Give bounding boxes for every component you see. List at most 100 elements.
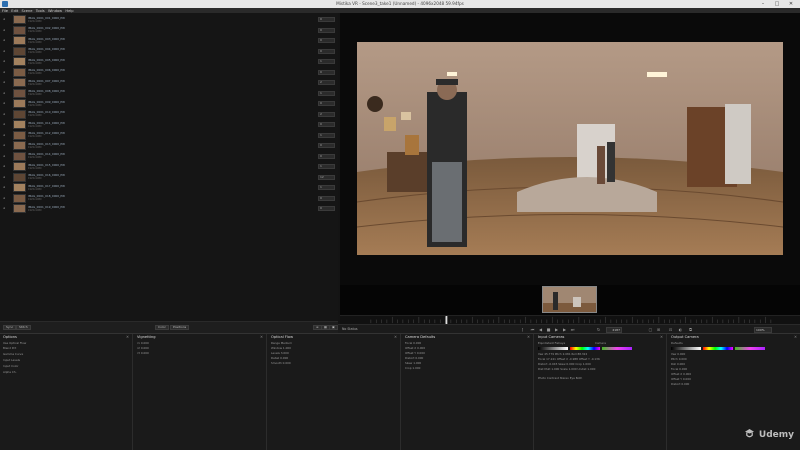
clip-offset-field[interactable]: 0 [318, 48, 335, 54]
clip-thumbnail[interactable] [13, 204, 26, 213]
optical-flow-row[interactable]: Levels 3.000 [271, 351, 289, 355]
clip-flag-icon[interactable]: ◂ [3, 122, 7, 126]
output-camera-row[interactable]: Pitch 0.000 [671, 357, 687, 361]
step-forward-icon[interactable]: ▶ [562, 327, 567, 332]
clip-thumbnail[interactable] [13, 109, 26, 119]
mark-in-icon[interactable]: ⌈ [520, 327, 525, 332]
clip-offset-field[interactable]: 12 [318, 174, 335, 180]
input-camera-row[interactable]: Photo Contrast Stereo Eye Both [538, 376, 582, 380]
clip-thumbnail[interactable] [13, 162, 26, 171]
option-row[interactable]: Input Levels [3, 358, 20, 362]
clip-offset-field[interactable]: 0 [318, 17, 335, 22]
clip-flag-icon[interactable]: ◂ [3, 185, 7, 189]
guides-icon[interactable]: ⊞ [656, 327, 661, 332]
output-camera-close-icon[interactable]: ✕ [794, 335, 797, 339]
input-mapping-dropdown[interactable]: Equidistant Fisheye [538, 341, 565, 345]
input-camera-dropdown[interactable]: Camera [595, 341, 606, 345]
input-camera-row[interactable]: Dist Mult 1.000 Scale 1.000 Undist 1.000 [538, 367, 595, 371]
stitch-dropdown[interactable]: Stitch [16, 325, 31, 330]
clip-thumbnail[interactable] [13, 15, 26, 24]
sync-dropdown[interactable]: Sync [3, 325, 17, 330]
camera-default-row[interactable]: Crop 1.000 [405, 366, 420, 370]
clip-thumbnail[interactable] [13, 99, 26, 108]
clip-flag-icon[interactable]: ◂ [3, 17, 7, 21]
clip-thumbnail[interactable] [13, 25, 26, 35]
maximize-icon[interactable]: □ [770, 0, 784, 8]
camera-default-row[interactable]: Offset Y 0.000 [405, 351, 425, 355]
clip-row[interactable]: ◂ IMAG_0001_017_0000_PW 1920x1080 1 [0, 182, 338, 193]
clip-flag-icon[interactable]: ◂ [3, 175, 7, 179]
clip-row[interactable]: ◂ IMAG_0001_002_0000_PW 1920x1080 0 [0, 25, 338, 36]
clip-offset-field[interactable]: 0 [318, 27, 335, 33]
clip-offset-field[interactable]: 0 [318, 143, 335, 148]
vignetting-close-icon[interactable]: ✕ [260, 335, 263, 339]
timeline-ruler[interactable] [340, 315, 800, 324]
clip-thumbnail[interactable] [13, 193, 26, 203]
clip-offset-field[interactable]: 0 [318, 101, 335, 106]
overlay-icon[interactable]: ⊡ [668, 327, 673, 332]
clip-offset-field[interactable]: 1 [318, 164, 335, 169]
clip-thumbnail[interactable] [13, 130, 26, 140]
frame-counter[interactable]: 2187 [606, 326, 622, 333]
clip-row[interactable]: ◂ IMAG_0001_004_0000_PW 1920x1080 0 [0, 46, 338, 57]
clip-flag-icon[interactable]: ◂ [3, 80, 7, 84]
clip-flag-icon[interactable]: ◂ [3, 133, 7, 137]
clip-flag-icon[interactable]: ◂ [3, 206, 7, 210]
output-camera-row[interactable]: Offset X 0.000 [671, 372, 691, 376]
play-icon[interactable]: ▶ [554, 327, 559, 332]
input-camera-row[interactable]: Focal 17.241 Offset X -0.988 Offset Y -0… [538, 357, 600, 361]
clip-row[interactable]: ◂ IMAG_0001_003_0000_PW 1920x1080 0 [0, 35, 338, 46]
clip-row[interactable]: ◂ IMAG_0001_018_0000_PW 1920x1080 0 [0, 193, 338, 204]
optical-flow-row[interactable]: Range Medium [271, 341, 292, 345]
go-start-icon[interactable]: ⏮ [530, 327, 535, 332]
go-end-icon[interactable]: ⏭ [570, 327, 575, 332]
vignetting-row[interactable]: r2 0.000 [137, 346, 149, 350]
preview-viewer[interactable] [340, 13, 800, 285]
minimize-icon[interactable]: – [756, 0, 770, 8]
clip-row[interactable]: ◂ IMAG_0001_008_0000_PW 1920x1080 1 [0, 88, 338, 99]
camera-default-row[interactable]: Skew 1.000 [405, 361, 421, 365]
clip-thumbnail[interactable] [13, 88, 26, 98]
step-back-icon[interactable]: ◀ [538, 327, 543, 332]
clip-thumbnail[interactable] [13, 78, 26, 87]
compare-icon[interactable]: ⧉ [688, 327, 693, 332]
clip-flag-icon[interactable]: ◂ [3, 59, 7, 63]
camera-default-row[interactable]: Distort 0.000 [405, 356, 423, 360]
stop-icon[interactable]: ■ [546, 327, 551, 332]
option-row[interactable]: Alpha Ch. [3, 370, 16, 374]
thumb-view-icon[interactable]: ▣ [329, 325, 338, 330]
clip-offset-field[interactable]: 1 [318, 90, 335, 96]
clip-row[interactable]: ◂ IMAG_0001_019_0000_PW 1920x1080 0 [0, 203, 338, 214]
camera-defaults-close-icon[interactable]: ✕ [527, 335, 530, 339]
option-row[interactable]: Use Optical Flow [3, 341, 26, 345]
clip-row[interactable]: ◂ IMAG_0001_015_0000_PW 1920x1080 1 [0, 161, 338, 172]
optical-flow-close-icon[interactable]: ✕ [394, 335, 397, 339]
clip-offset-field[interactable]: 0 [318, 195, 335, 201]
clip-thumbnail[interactable] [13, 120, 26, 129]
clip-offset-field[interactable]: 2 [318, 80, 335, 85]
color-dropdown[interactable]: Color [155, 325, 169, 330]
close-icon[interactable]: ✕ [784, 0, 798, 8]
clip-row[interactable]: ◂ IMAG_0001_001_0000_PW 1920x1080 0 [0, 14, 338, 25]
optical-flow-row[interactable]: Window 1.000 [271, 346, 291, 350]
clip-thumbnail[interactable] [13, 151, 26, 161]
clip-flag-icon[interactable]: ◂ [3, 28, 7, 32]
fit-icon[interactable]: ▢ [648, 327, 653, 332]
clip-thumbnail[interactable] [13, 141, 26, 150]
option-row[interactable]: Blend Pct [3, 346, 16, 350]
clip-row[interactable]: ◂ IMAG_0001_016_0000_PW 1920x1080 12 [0, 172, 338, 183]
input-camera-row[interactable]: Yaw 45.779 Pitch 2.081 Roll 88.322 [538, 352, 587, 356]
clip-offset-field[interactable]: 1 [318, 132, 335, 138]
camera-default-row[interactable]: Focal 0.000 [405, 341, 421, 345]
clip-flag-icon[interactable]: ◂ [3, 143, 7, 147]
clip-offset-field[interactable]: 0 [318, 206, 335, 211]
optical-flow-row[interactable]: Smooth 0.000 [271, 361, 291, 365]
timeline-thumbnail-strip[interactable] [340, 285, 800, 315]
clip-row[interactable]: ◂ IMAG_0001_012_0000_PW 1920x1080 1 [0, 130, 338, 141]
clip-row[interactable]: ◂ IMAG_0001_014_0000_PW 1920x1080 0 [0, 151, 338, 162]
clip-offset-field[interactable]: 1 [318, 185, 335, 190]
clip-offset-field[interactable]: 2 [318, 111, 335, 117]
clip-thumbnail[interactable] [13, 67, 26, 77]
output-camera-row[interactable]: Offset Y 0.000 [671, 377, 691, 381]
vignetting-row[interactable]: r1 0.000 [137, 341, 149, 345]
